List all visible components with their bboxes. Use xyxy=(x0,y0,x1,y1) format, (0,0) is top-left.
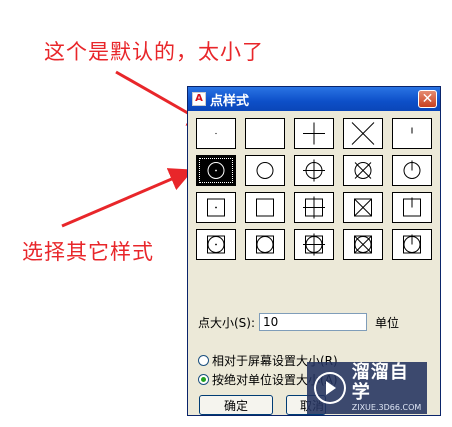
point-style-square-tick[interactable] xyxy=(392,192,432,223)
point-style-circle-plus-icon xyxy=(303,159,325,182)
watermark-title: 溜溜自学 xyxy=(351,362,409,403)
point-size-label: 点大小(S): xyxy=(198,315,256,330)
point-style-dot-icon xyxy=(215,132,217,135)
point-style-square-circle-x-icon xyxy=(354,235,372,254)
point-style-square-circle-tick-icon xyxy=(403,234,421,254)
point-style-tick[interactable] xyxy=(392,118,432,149)
title-bar[interactable]: A 点样式 xyxy=(188,87,440,111)
point-style-square[interactable] xyxy=(245,192,285,223)
point-style-square-x-icon xyxy=(354,198,372,217)
point-style-dot[interactable] xyxy=(196,118,236,149)
close-icon: ✕ xyxy=(421,91,434,107)
point-style-circle-dot-icon xyxy=(207,162,225,179)
point-style-grid xyxy=(196,118,432,260)
point-style-plus-icon xyxy=(303,122,325,145)
point-style-circle-plus[interactable] xyxy=(294,155,334,186)
point-style-square-circle-dot-icon xyxy=(207,235,225,254)
point-style-circle-x-icon xyxy=(354,162,372,179)
point-style-x[interactable] xyxy=(343,118,383,149)
point-style-square-tick-icon xyxy=(403,197,421,217)
arrow-to-selected-style xyxy=(61,168,194,228)
point-style-square-circle-tick[interactable] xyxy=(392,229,432,260)
ok-button[interactable]: 确定 xyxy=(199,395,273,415)
point-style-circle[interactable] xyxy=(245,155,285,186)
radio-absolute-button[interactable] xyxy=(198,374,209,385)
point-size-input[interactable]: 10 xyxy=(259,313,368,331)
point-style-circle-tick[interactable] xyxy=(392,155,432,186)
point-style-circle-x[interactable] xyxy=(343,155,383,186)
point-style-x-icon xyxy=(351,122,375,145)
close-button[interactable]: ✕ xyxy=(418,90,437,108)
point-style-circle-tick-icon xyxy=(403,160,421,179)
point-style-square-circle-icon xyxy=(256,235,274,254)
point-style-square-circle-x[interactable] xyxy=(343,229,383,260)
point-style-square-plus-icon xyxy=(303,196,325,219)
point-style-circle-icon xyxy=(256,162,274,179)
radio-relative-button[interactable] xyxy=(198,355,209,366)
point-style-square-x[interactable] xyxy=(343,192,383,223)
point-style-square-dot[interactable] xyxy=(196,192,236,223)
point-style-plus[interactable] xyxy=(294,118,334,149)
dialog-title: 点样式 xyxy=(210,93,250,109)
point-style-circle-dot[interactable] xyxy=(196,155,236,186)
point-style-square-circle-dot[interactable] xyxy=(196,229,236,260)
annotation-default-too-small: 这个是默认的，太小了 xyxy=(44,40,264,64)
point-style-square-icon xyxy=(256,198,274,217)
point-style-none-icon xyxy=(246,119,284,148)
watermark: 溜溜自学 ZIXUE.3D66.COM xyxy=(307,362,427,414)
point-style-square-plus[interactable] xyxy=(294,192,334,223)
watermark-subtitle: ZIXUE.3D66.COM xyxy=(351,403,422,412)
point-style-square-dot-icon xyxy=(207,198,225,217)
point-style-tick-icon xyxy=(411,127,413,134)
point-style-none[interactable] xyxy=(245,118,285,149)
autocad-app-icon: A xyxy=(192,92,206,106)
annotation-choose-other-style: 选择其它样式 xyxy=(22,240,154,264)
point-style-square-circle-plus[interactable] xyxy=(294,229,334,260)
play-logo-icon xyxy=(314,372,346,404)
point-size-row: 点大小(S): 10 单位 xyxy=(198,313,399,331)
point-style-square-circle-plus-icon xyxy=(303,233,325,256)
unit-label: 单位 xyxy=(375,315,400,330)
point-style-square-circle[interactable] xyxy=(245,229,285,260)
